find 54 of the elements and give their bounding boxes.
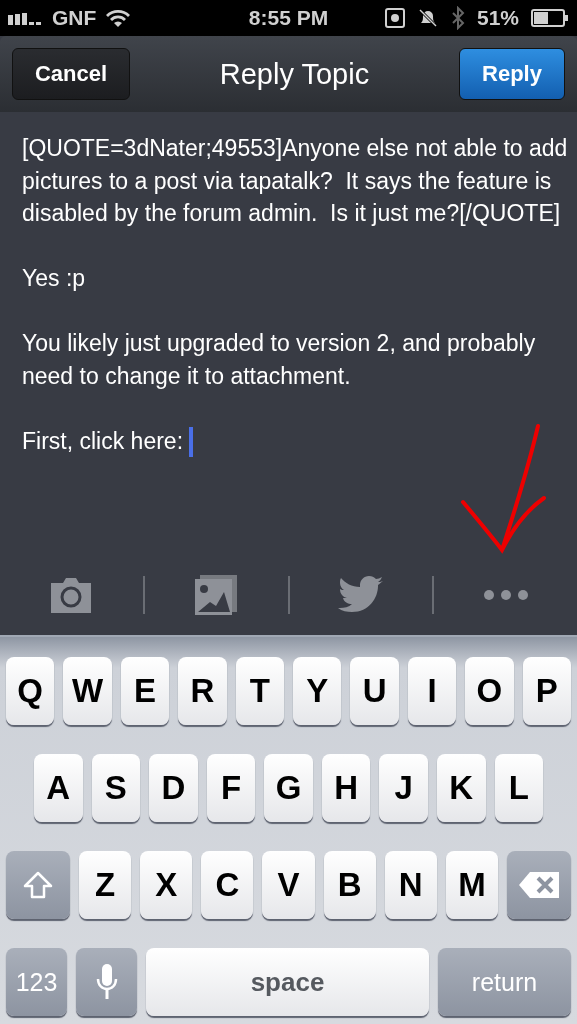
message-text: You likely just upgraded to version 2, and probably need to change it to attachment. bbox=[22, 329, 537, 391]
letter-key[interactable]: I bbox=[407, 657, 457, 725]
text-cursor bbox=[189, 427, 194, 458]
letter-key[interactable]: D bbox=[149, 754, 198, 822]
letter-key[interactable]: E bbox=[120, 657, 170, 725]
photos-icon[interactable] bbox=[194, 574, 239, 616]
bird-icon[interactable] bbox=[336, 575, 385, 615]
shift-icon bbox=[23, 871, 53, 899]
carrier-name: GNF bbox=[52, 6, 97, 30]
letter-key[interactable]: R bbox=[178, 657, 227, 725]
letter-key[interactable]: L bbox=[494, 754, 544, 822]
bluetooth-icon bbox=[450, 6, 465, 30]
letter-key[interactable]: O bbox=[465, 657, 514, 725]
letter-key[interactable]: A bbox=[34, 754, 83, 822]
letter-key[interactable]: N bbox=[384, 851, 437, 919]
letter-key[interactable]: G bbox=[264, 754, 313, 822]
signal-icon bbox=[8, 11, 44, 25]
microphone-icon bbox=[95, 963, 118, 1001]
cancel-button[interactable]: Cancel bbox=[12, 48, 130, 100]
microphone-key[interactable] bbox=[76, 948, 137, 1016]
letter-key[interactable]: Y bbox=[293, 657, 342, 725]
letter-key[interactable]: B bbox=[323, 851, 376, 919]
letter-key[interactable]: S bbox=[91, 754, 141, 822]
delete-key[interactable] bbox=[507, 851, 571, 919]
letter-key[interactable]: M bbox=[445, 851, 498, 919]
muted-bell-icon bbox=[416, 7, 439, 29]
letter-key[interactable]: H bbox=[321, 754, 371, 822]
screen-title: Reply Topic bbox=[219, 57, 370, 91]
letter-key[interactable]: W bbox=[63, 657, 112, 725]
delete-icon bbox=[518, 871, 560, 899]
message-text: First, click here: bbox=[22, 424, 571, 458]
battery-icon bbox=[531, 9, 569, 27]
letter-key[interactable]: C bbox=[201, 851, 254, 919]
wifi-icon bbox=[104, 8, 133, 28]
letter-key[interactable]: X bbox=[140, 851, 193, 919]
reply-button[interactable]: Reply bbox=[459, 48, 565, 100]
message-text: [QUOTE=3dNater;49553]Anyone else not able to add pictures to a post via tapatalk? It says the feature is disabled by the forum admin. Is it just me?[/QUOTE] bbox=[22, 134, 569, 228]
camera-icon[interactable] bbox=[49, 575, 94, 615]
battery-percent: 51% bbox=[476, 6, 519, 30]
letter-key[interactable]: T bbox=[235, 657, 285, 725]
letter-key[interactable]: F bbox=[206, 754, 256, 822]
letter-key[interactable]: U bbox=[350, 657, 399, 725]
space-key[interactable]: space bbox=[146, 948, 429, 1016]
letter-key[interactable]: P bbox=[522, 657, 572, 725]
message-text: Yes :p bbox=[22, 264, 87, 293]
letter-key[interactable]: J bbox=[379, 754, 428, 822]
letter-key[interactable]: V bbox=[262, 851, 315, 919]
letter-key[interactable]: K bbox=[436, 754, 486, 822]
more-icon[interactable] bbox=[482, 589, 529, 601]
clock-time: 8:55 PM bbox=[248, 6, 329, 30]
letter-key[interactable]: Z bbox=[79, 851, 132, 919]
shift-key[interactable] bbox=[6, 851, 70, 919]
letter-key[interactable]: Q bbox=[6, 657, 55, 725]
lock-rotation-icon bbox=[384, 8, 405, 28]
